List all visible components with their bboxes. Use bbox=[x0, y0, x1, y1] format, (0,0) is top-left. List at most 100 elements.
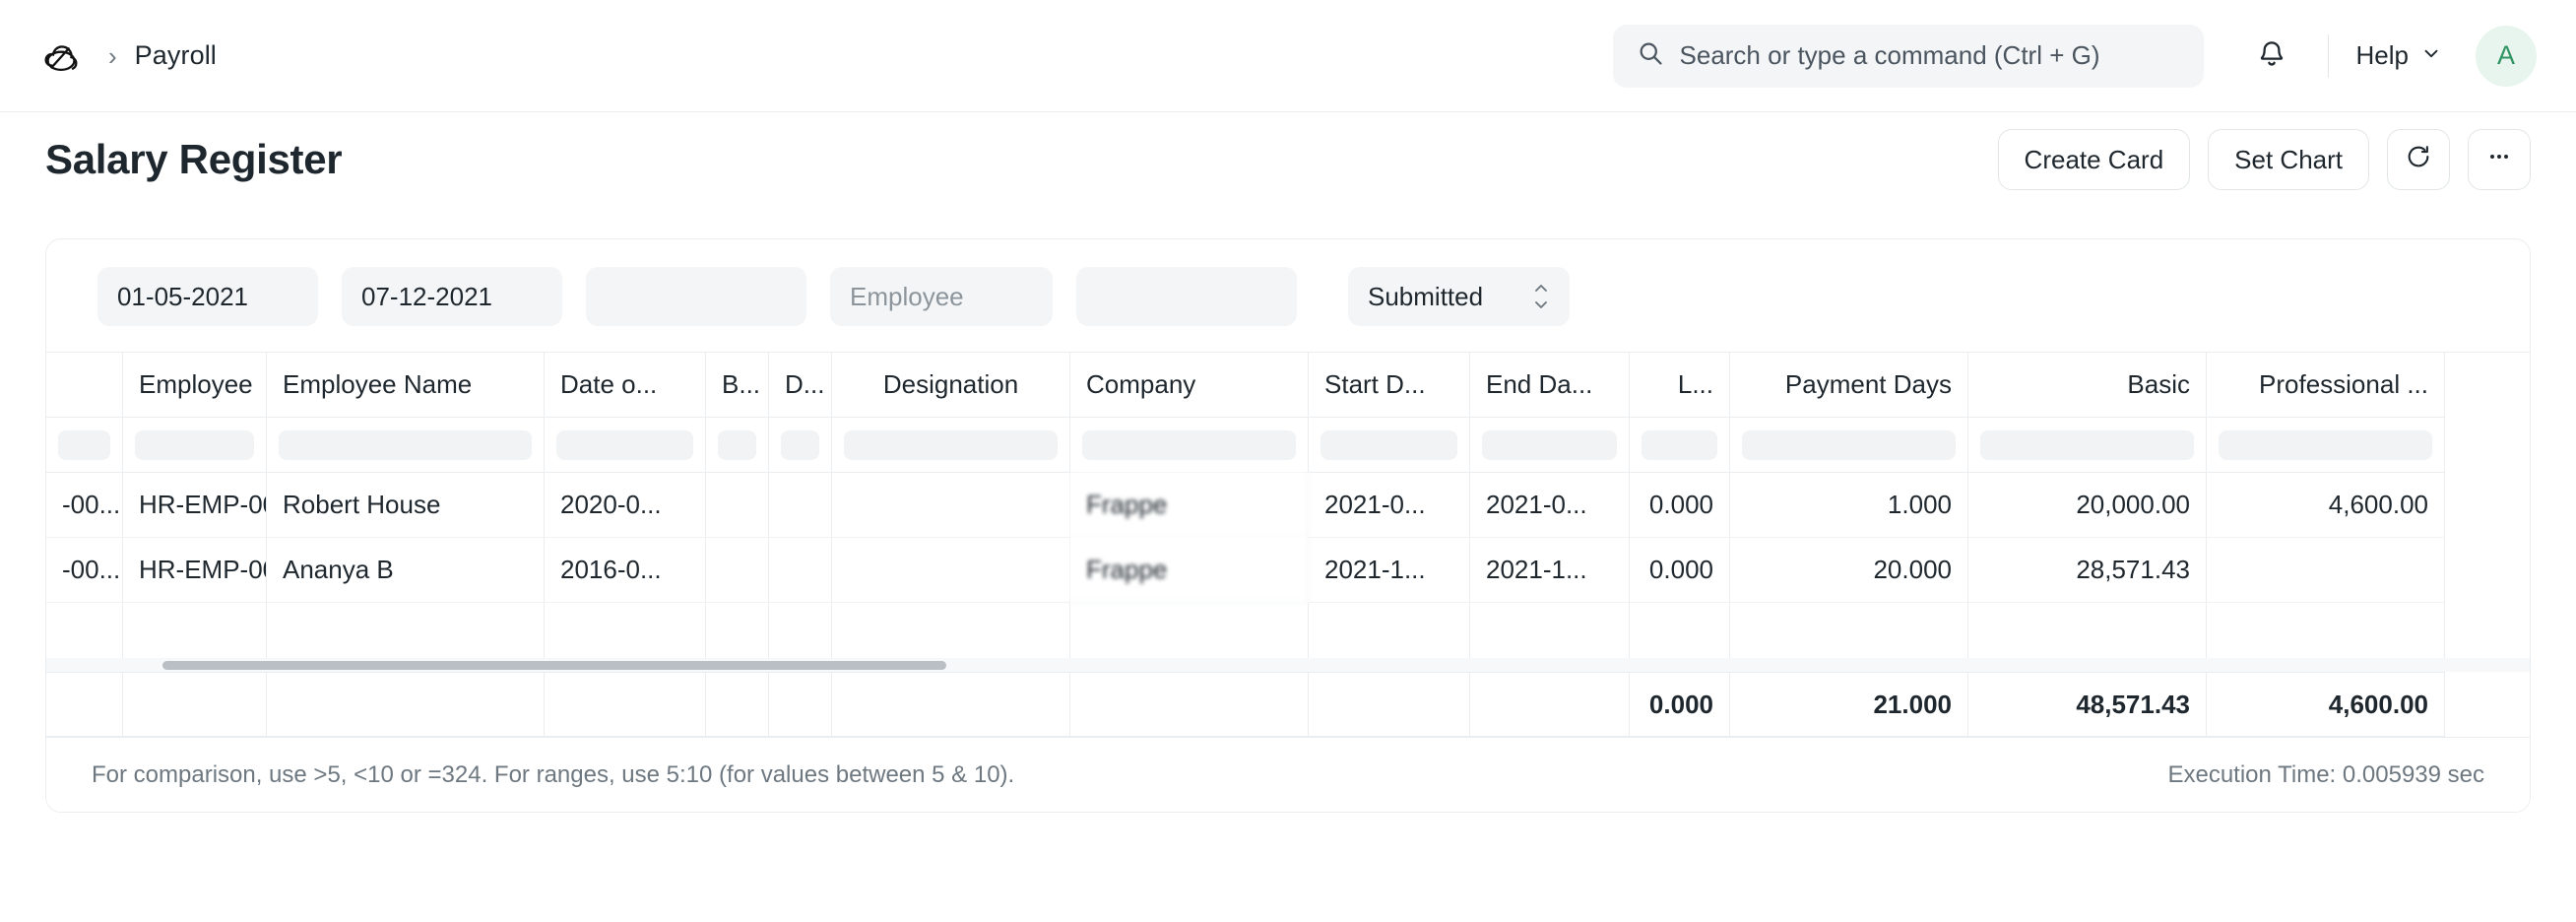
total-cell-10: 0.000 bbox=[1630, 672, 1730, 737]
cell-0: -00... bbox=[46, 538, 123, 603]
total-cell-3 bbox=[545, 672, 706, 737]
column-header-12[interactable]: Basic bbox=[1968, 353, 2207, 418]
column-header-6[interactable]: Designation bbox=[832, 353, 1070, 418]
column-filter-7[interactable] bbox=[1070, 418, 1309, 473]
page-title: Salary Register bbox=[45, 136, 342, 183]
cell-12: 20,000.00 bbox=[1968, 473, 2207, 538]
table-row-empty bbox=[46, 603, 2530, 658]
create-card-button[interactable]: Create Card bbox=[1998, 129, 2191, 190]
column-filter-box[interactable] bbox=[1642, 430, 1717, 460]
column-filter-8[interactable] bbox=[1309, 418, 1470, 473]
cell-4 bbox=[706, 473, 769, 538]
cell-empty-6 bbox=[832, 603, 1070, 658]
column-filter-box[interactable] bbox=[135, 430, 254, 460]
column-filter-box[interactable] bbox=[1082, 430, 1296, 460]
column-filter-5[interactable] bbox=[769, 418, 832, 473]
datatable-header-row: EmployeeEmployee NameDate o...B...D...De… bbox=[46, 353, 2530, 418]
filter-from-date[interactable]: 01-05-2021 bbox=[97, 267, 318, 326]
top-navbar: › Payroll Search or type a command (Ctrl… bbox=[0, 0, 2576, 112]
filter-hint-text: For comparison, use >5, <10 or =324. For… bbox=[92, 761, 1014, 789]
cell-empty-12 bbox=[1968, 603, 2207, 658]
column-filter-box[interactable] bbox=[718, 430, 756, 460]
table-row[interactable]: -00...HR-EMP-0000...Robert House2020-0..… bbox=[46, 473, 2530, 538]
filter-docstatus-value: Submitted bbox=[1368, 282, 1483, 312]
total-cell-11: 21.000 bbox=[1730, 672, 1968, 737]
scrollbar-thumb[interactable] bbox=[162, 661, 946, 670]
column-filter-10[interactable] bbox=[1630, 418, 1730, 473]
execution-time-text: Execution Time: 0.005939 sec bbox=[2167, 761, 2484, 789]
column-header-7[interactable]: Company bbox=[1070, 353, 1309, 418]
column-header-8[interactable]: Start D... bbox=[1309, 353, 1470, 418]
help-dropdown[interactable]: Help bbox=[2356, 40, 2442, 71]
column-filter-13[interactable] bbox=[2207, 418, 2445, 473]
column-filter-box[interactable] bbox=[58, 430, 110, 460]
column-filter-1[interactable] bbox=[123, 418, 267, 473]
column-header-3[interactable]: Date o... bbox=[545, 353, 706, 418]
column-header-0[interactable] bbox=[46, 353, 123, 418]
filter-currency[interactable] bbox=[586, 267, 806, 326]
cell-empty-2 bbox=[267, 603, 545, 658]
column-filter-box[interactable] bbox=[556, 430, 693, 460]
column-header-13[interactable]: Professional ... bbox=[2207, 353, 2445, 418]
column-filter-4[interactable] bbox=[706, 418, 769, 473]
column-filter-box[interactable] bbox=[1482, 430, 1617, 460]
total-cell-2 bbox=[267, 672, 545, 737]
column-filter-box[interactable] bbox=[781, 430, 819, 460]
cell-5 bbox=[769, 473, 832, 538]
total-cell-13: 4,600.00 bbox=[2207, 672, 2445, 737]
filter-to-date[interactable]: 07-12-2021 bbox=[342, 267, 562, 326]
cell-0: -00... bbox=[46, 473, 123, 538]
column-filter-3[interactable] bbox=[545, 418, 706, 473]
search-input[interactable]: Search or type a command (Ctrl + G) bbox=[1613, 25, 2204, 88]
cell-11: 20.000 bbox=[1730, 538, 1968, 603]
column-header-4[interactable]: B... bbox=[706, 353, 769, 418]
refresh-button[interactable] bbox=[2387, 129, 2450, 190]
filter-docstatus[interactable]: Submitted bbox=[1348, 267, 1570, 326]
total-cell-6 bbox=[832, 672, 1070, 737]
table-row[interactable]: -00...HR-EMP-0009...Ananya B2016-0...Fra… bbox=[46, 538, 2530, 603]
column-filter-box[interactable] bbox=[844, 430, 1058, 460]
avatar[interactable]: A bbox=[2476, 26, 2537, 87]
frappe-cloud-logo-icon[interactable] bbox=[35, 31, 87, 82]
column-filter-12[interactable] bbox=[1968, 418, 2207, 473]
ellipsis-icon bbox=[2485, 143, 2513, 177]
chevron-down-icon bbox=[2420, 40, 2442, 71]
cell-empty-3 bbox=[545, 603, 706, 658]
column-filter-2[interactable] bbox=[267, 418, 545, 473]
notifications-button[interactable] bbox=[2243, 28, 2300, 85]
column-filter-box[interactable] bbox=[2219, 430, 2432, 460]
column-header-9[interactable]: End Da... bbox=[1470, 353, 1630, 418]
filter-employee[interactable]: Employee bbox=[830, 267, 1053, 326]
help-label: Help bbox=[2356, 40, 2409, 71]
column-header-11[interactable]: Payment Days bbox=[1730, 353, 1968, 418]
breadcrumb-separator-icon: › bbox=[108, 43, 117, 69]
column-filter-11[interactable] bbox=[1730, 418, 1968, 473]
avatar-initial: A bbox=[2497, 40, 2515, 71]
column-filter-box[interactable] bbox=[1320, 430, 1457, 460]
chevron-up-down-icon bbox=[1532, 284, 1550, 309]
horizontal-scrollbar[interactable] bbox=[46, 658, 2530, 672]
column-header-1[interactable]: Employee bbox=[123, 353, 267, 418]
more-menu-button[interactable] bbox=[2468, 129, 2531, 190]
breadcrumb-item-payroll[interactable]: Payroll bbox=[135, 40, 217, 71]
cell-empty-7 bbox=[1070, 603, 1309, 658]
datatable-filter-row[interactable] bbox=[46, 418, 2530, 473]
cell-11: 1.000 bbox=[1730, 473, 1968, 538]
column-filter-6[interactable] bbox=[832, 418, 1070, 473]
total-cell-8 bbox=[1309, 672, 1470, 737]
column-header-5[interactable]: D... bbox=[769, 353, 832, 418]
cell-10: 0.000 bbox=[1630, 473, 1730, 538]
column-filter-9[interactable] bbox=[1470, 418, 1630, 473]
column-filter-box[interactable] bbox=[1742, 430, 1956, 460]
cell-5 bbox=[769, 538, 832, 603]
cell-10: 0.000 bbox=[1630, 538, 1730, 603]
set-chart-button[interactable]: Set Chart bbox=[2208, 129, 2369, 190]
column-filter-0[interactable] bbox=[46, 418, 123, 473]
breadcrumb: › Payroll bbox=[35, 31, 217, 82]
column-filter-box[interactable] bbox=[1980, 430, 2194, 460]
filter-company[interactable] bbox=[1076, 267, 1297, 326]
cell-1: HR-EMP-0000... bbox=[123, 473, 267, 538]
column-header-10[interactable]: L... bbox=[1630, 353, 1730, 418]
column-filter-box[interactable] bbox=[279, 430, 532, 460]
column-header-2[interactable]: Employee Name bbox=[267, 353, 545, 418]
